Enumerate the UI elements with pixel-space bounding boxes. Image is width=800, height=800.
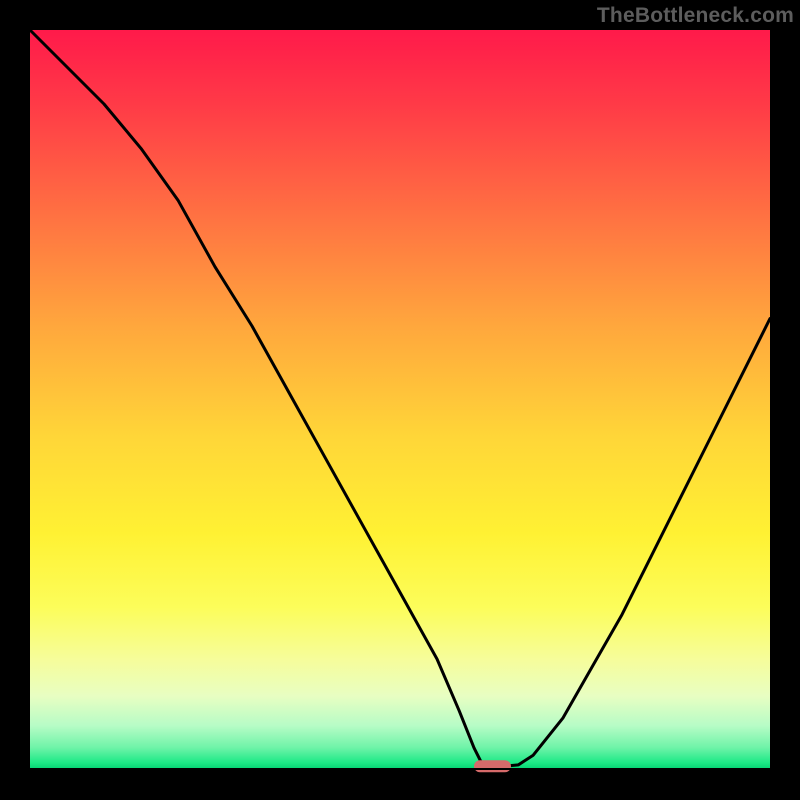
- watermark-label: TheBottleneck.com: [597, 4, 794, 28]
- optimal-marker: [474, 760, 511, 772]
- baseline: [30, 768, 770, 770]
- plot-area: [30, 30, 770, 770]
- bottleneck-curve: [30, 30, 770, 766]
- chart-frame: TheBottleneck.com: [0, 0, 800, 800]
- curve-svg: [30, 30, 770, 770]
